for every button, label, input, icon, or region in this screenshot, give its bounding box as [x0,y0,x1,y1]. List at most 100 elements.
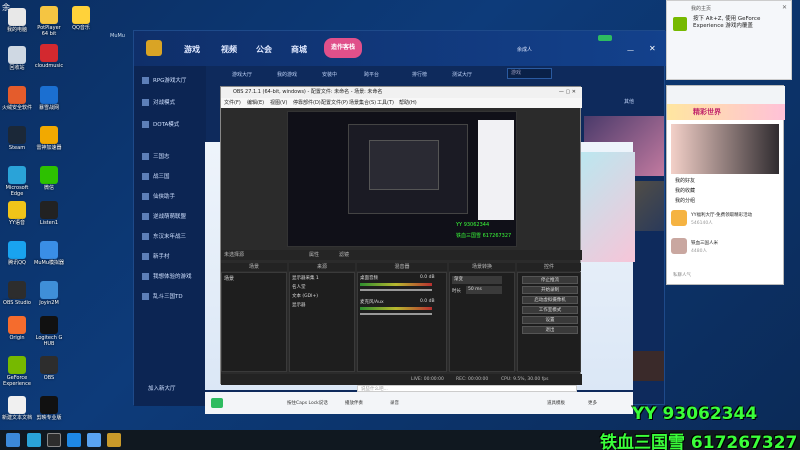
side-item-xianxia[interactable]: 仙侠助手 [142,192,175,200]
transition-select[interactable]: 渐变 [452,276,502,284]
section-favorites[interactable]: 我的收藏 [675,187,695,194]
nav-guild[interactable]: 公会 [256,44,272,55]
close-icon[interactable]: ✕ [782,4,787,11]
desktop-icon[interactable]: 新建文本文档 [2,396,32,421]
desktop-icon[interactable]: 剪映专业版 [34,396,64,421]
desktop-icon[interactable]: Steam [2,126,32,151]
start-recording-button[interactable]: 开始录制 [522,286,578,294]
bar-item-music[interactable]: 播放伴奏 [345,400,363,406]
source-item[interactable]: 显示器采集 1 [292,275,319,281]
side-item-wish[interactable]: 我想体验的游戏 [142,272,192,280]
start-virtual-camera-button[interactable]: 启动虚拟摄像机 [522,296,578,304]
menu-file[interactable]: 文件(F) [224,98,241,108]
section-friends[interactable]: 我的好友 [675,177,695,184]
side-item-donghan[interactable]: 东汉末年战三 [142,232,186,240]
yy-taskbar-icon[interactable] [67,433,81,447]
scene-item[interactable]: 场景 [224,275,234,282]
mixer-volume-slider[interactable] [360,313,432,315]
menu-scene-collection[interactable]: 场景集合(S) [349,98,376,108]
side-item-battle[interactable]: 对战模式 [142,98,175,106]
menu-docks[interactable]: 停靠部件(D) [293,98,321,108]
bar-item-more[interactable]: 更多 [588,400,597,406]
yy-friend-panel[interactable]: 精彩世界 我的好友 我的收藏 我的分组 YY福利大厅-免费领取精彩活动 5461… [666,85,785,285]
menu-view[interactable]: 视图(V) [270,98,287,108]
mumu-taskbar-icon[interactable] [87,433,101,447]
mixer-volume-slider[interactable] [360,289,432,291]
desktop-icon[interactable]: MuMu模拟器 [34,241,64,266]
friend-search-input[interactable]: 私聊人气 [673,272,691,278]
entry-name[interactable]: YY福利大厅-免费领取精彩活动 [691,212,752,218]
side-item-newbie[interactable]: 新手村 [142,252,170,260]
desktop-icon[interactable]: 火绒安全软件 [2,86,32,111]
side-item-luandou[interactable]: 乱斗三国TD [142,292,183,300]
side-item-nizhan[interactable]: 逆战萌萌联盟 [142,212,186,220]
entry-name[interactable]: 铁血三国人米 [691,240,718,246]
subtab-my-games[interactable]: 我的游戏 [277,71,297,78]
desktop-icon[interactable]: Origin [2,316,32,341]
desktop-icon[interactable]: 我的电脑 [2,8,32,33]
properties-button[interactable]: 属性 [309,250,319,260]
minimize-icon[interactable]: — [627,46,634,54]
desktop-icon[interactable]: Listen1 [34,201,64,226]
desktop-icon[interactable]: 雷神加速器 [34,126,64,151]
subtab-test-lobby[interactable]: 测试大厅 [452,71,472,78]
filters-button[interactable]: 滤镜 [339,250,349,260]
stop-streaming-button[interactable]: 停止推流 [522,276,578,284]
menu-edit[interactable]: 编辑(E) [247,98,264,108]
desktop-icon[interactable]: PotPlayer 64 bit [34,6,64,37]
desktop-icon[interactable]: 回收站 [2,46,32,71]
nav-video[interactable]: 视频 [221,44,237,55]
bar-item-template[interactable]: 道具模板 [547,400,565,406]
desktop-icon[interactable]: 微信 [34,166,64,191]
desktop-icon[interactable]: Joyin2M [34,281,64,306]
source-item[interactable]: 名人堂 [292,284,306,290]
obs-window-controls-icon[interactable]: — ▢ ✕ [559,87,576,98]
chat-message-input[interactable]: 说些什么吧... [357,385,577,392]
side-item-dota[interactable]: DOTA模式 [142,120,179,128]
desktop-icon[interactable]: GeForce Experience [2,356,32,387]
subtab-ranking[interactable]: 排行榜 [412,71,427,78]
desktop-icon[interactable]: 暴雪战网 [34,86,64,111]
duration-input[interactable]: 50 ms [466,286,502,294]
menu-profile[interactable]: 配置文件(P) [321,98,348,108]
user-name[interactable]: 余成人 [517,46,532,53]
nav-shop[interactable]: 商城 [291,44,307,55]
menu-tools[interactable]: 工具(T) [377,98,394,108]
desktop-icon[interactable]: YY语音 [2,201,32,226]
subtab-cross-platform[interactable]: 跨平台 [364,71,379,78]
desktop-icon[interactable]: QQ音乐 [66,6,96,31]
subtab-other[interactable]: 其他 [624,98,634,105]
studio-mode-button[interactable]: 工作室模式 [522,306,578,314]
subtab-installing[interactable]: 安装中 [322,71,337,78]
side-item-zhansanguo[interactable]: 战三国 [142,172,170,180]
edge-taskbar-icon[interactable] [27,433,41,447]
desktop-icon[interactable]: Logitech G HUB [34,316,64,347]
obs-preview[interactable]: YY 93062344 铁血三国雪 617267327 [287,111,517,247]
obs-window[interactable]: OBS 27.1.1 (64-bit, windows) - 配置文件: 未命名… [220,86,582,385]
event-badge[interactable]: 造作客栈 [324,38,362,58]
game-taskbar-icon[interactable] [107,433,121,447]
bar-item-caps[interactable]: 按住Caps Lock说话 [287,400,328,406]
friend-panel-banner[interactable]: 精彩世界 [667,104,785,120]
source-item[interactable]: 文本 (GDI+) [292,293,318,299]
side-footer-join[interactable]: 加入新大厅 [148,384,176,392]
desktop-icon[interactable]: Microsoft Edge [2,166,32,197]
start-menu-icon[interactable] [6,433,20,447]
close-icon[interactable]: ✕ [649,44,656,53]
game-search-input[interactable]: 游戏 [507,68,552,79]
section-groups[interactable]: 我的分组 [675,197,695,204]
geforce-notification[interactable]: 我的主页 按下 Alt+Z, 使用 GeForce Experience 游戏内… [666,0,792,80]
friend-panel-photo[interactable] [671,124,779,174]
side-item-rpg[interactable]: RPG游戏大厅 [142,76,186,84]
source-item[interactable]: 显示器 [292,302,306,308]
exit-button[interactable]: 退出 [522,326,578,334]
menu-help[interactable]: 帮助(H) [399,98,417,108]
desktop-icon[interactable]: 腾讯QQ [2,241,32,266]
bar-item-record[interactable]: 录音 [390,400,399,406]
settings-button[interactable]: 设置 [522,316,578,324]
desktop-icon[interactable]: OBS [34,356,64,381]
obs-taskbar-icon[interactable] [47,433,61,447]
yy-mic-icon[interactable] [211,398,223,408]
subtab-lobby[interactable]: 游戏大厅 [232,71,252,78]
side-item-sanguo[interactable]: 三国志 [142,152,170,160]
